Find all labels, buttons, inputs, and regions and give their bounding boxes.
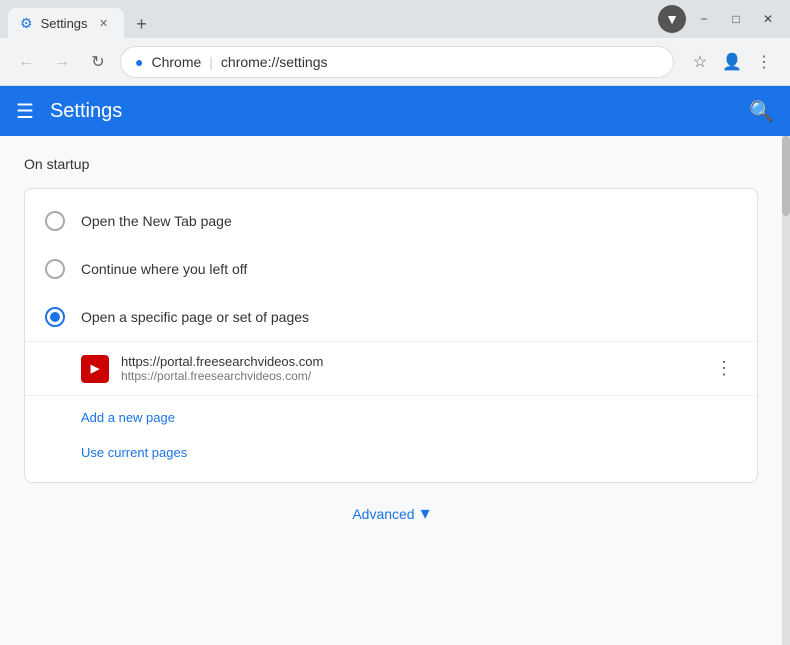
profile-button[interactable]: 👤 [718,48,746,76]
use-current-pages-button[interactable]: Use current pages [81,439,737,466]
chrome-menu-button[interactable]: ⋮ [750,48,778,76]
page-entry-menu-button[interactable]: ⋮ [711,354,737,383]
on-startup-section-title: On startup [24,156,758,172]
page-favicon: ▶ [81,355,109,383]
startup-options-card: Open the New Tab page Continue where you… [24,188,758,483]
chevron-down-icon: ▾ [421,503,430,524]
add-new-page-button[interactable]: Add a new page [81,404,737,431]
site-favicon: ● [135,54,143,70]
window-controls: − □ ✕ [690,5,782,33]
bookmark-button[interactable]: ☆ [686,48,714,76]
new-tab-button[interactable]: + [128,10,156,38]
settings-tab[interactable]: ⚙ Settings ✕ [8,8,124,38]
radio-continue[interactable] [45,259,65,279]
page-url-primary: https://portal.freesearchvideos.com [121,354,699,369]
startup-option-new-tab[interactable]: Open the New Tab page [25,197,757,245]
radio-specific[interactable] [45,307,65,327]
settings-tab-icon: ⚙ [20,15,33,32]
startup-option-continue[interactable]: Continue where you left off [25,245,757,293]
main-content: DC On startup Open the New Tab page Cont… [0,136,790,645]
close-button[interactable]: ✕ [754,5,782,33]
startup-option-new-tab-label: Open the New Tab page [81,213,232,229]
url-separator: | [209,54,213,70]
hamburger-menu-button[interactable]: ☰ [16,99,34,124]
site-name: Chrome [151,54,201,70]
startup-option-specific[interactable]: Open a specific page or set of pages [25,293,757,341]
link-actions: Add a new page Use current pages [25,395,757,474]
tab-close-button[interactable]: ✕ [96,15,112,31]
startup-option-specific-label: Open a specific page or set of pages [81,309,309,325]
page-info: https://portal.freesearchvideos.com http… [121,354,699,383]
maximize-button[interactable]: □ [722,5,750,33]
settings-search-button[interactable]: 🔍 [749,99,774,124]
url-actions: ☆ 👤 ⋮ [686,48,778,76]
reload-button[interactable]: ↻ [84,48,112,76]
settings-header: ☰ Settings 🔍 [0,86,790,136]
title-bar: ⚙ Settings ✕ + ▼ − □ ✕ [0,0,790,38]
advanced-button[interactable]: Advanced ▾ [352,503,429,524]
scrollbar[interactable] [782,136,790,645]
radio-new-tab[interactable] [45,211,65,231]
url-bar[interactable]: ● Chrome | chrome://settings [120,46,674,78]
settings-header-left: ☰ Settings [16,99,122,124]
address-bar: ← → ↻ ● Chrome | chrome://settings ☆ 👤 ⋮ [0,38,790,86]
scrollbar-thumb[interactable] [782,136,790,216]
settings-page-title: Settings [50,100,122,123]
forward-button[interactable]: → [48,48,76,76]
download-icon[interactable]: ▼ [658,5,686,33]
content-area: DC On startup Open the New Tab page Cont… [0,136,782,645]
tab-area: ⚙ Settings ✕ + [8,0,650,38]
startup-option-continue-label: Continue where you left off [81,261,247,277]
settings-tab-label: Settings [41,16,88,31]
advanced-button-label: Advanced [352,506,414,522]
advanced-container: Advanced ▾ [24,483,758,544]
url-text: chrome://settings [221,54,328,70]
page-url-secondary: https://portal.freesearchvideos.com/ [121,369,699,383]
minimize-button[interactable]: − [690,5,718,33]
startup-page-entry: ▶ https://portal.freesearchvideos.com ht… [25,341,757,395]
back-button[interactable]: ← [12,48,40,76]
